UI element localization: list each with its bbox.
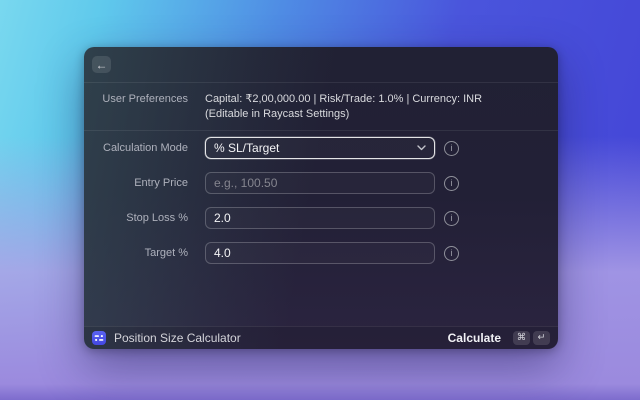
calculation-mode-info-icon[interactable]: i xyxy=(444,141,459,156)
user-preferences-summary: Capital: ₹2,00,000.00 | Risk/Trade: 1.0%… xyxy=(205,92,482,122)
return-key-icon: ↵ xyxy=(533,331,550,345)
form-content: User Preferences Capital: ₹2,00,000.00 |… xyxy=(84,83,558,326)
action-bar: Position Size Calculator Calculate ⌘ ↵ xyxy=(84,326,558,349)
user-preferences-row: User Preferences Capital: ₹2,00,000.00 |… xyxy=(84,83,558,130)
back-button[interactable]: ← xyxy=(92,56,111,73)
entry-price-row: Entry Price i xyxy=(84,172,558,194)
chevron-down-icon xyxy=(417,145,426,151)
entry-price-label: Entry Price xyxy=(84,176,188,191)
stop-loss-row: Stop Loss % i xyxy=(84,207,558,229)
calculation-mode-label: Calculation Mode xyxy=(84,141,188,156)
calculation-mode-dropdown[interactable]: % SL/Target xyxy=(205,137,435,159)
position-size-calculator-icon xyxy=(92,331,106,345)
entry-price-info-icon[interactable]: i xyxy=(444,176,459,191)
target-info-icon[interactable]: i xyxy=(444,246,459,261)
stop-loss-input[interactable] xyxy=(205,207,435,229)
calculation-mode-value: % SL/Target xyxy=(214,141,411,155)
calculate-button[interactable]: Calculate xyxy=(448,331,501,345)
preferences-summary-line2: (Editable in Raycast Settings) xyxy=(205,107,482,122)
calculation-mode-row: Calculation Mode % SL/Target i xyxy=(84,137,558,159)
preferences-summary-line1: Capital: ₹2,00,000.00 | Risk/Trade: 1.0%… xyxy=(205,92,482,107)
raycast-window: ← User Preferences Capital: ₹2,00,000.00… xyxy=(84,47,558,349)
target-row: Target % i xyxy=(84,242,558,264)
back-arrow-icon: ← xyxy=(96,59,108,71)
window-header: ← xyxy=(84,47,558,83)
section-divider xyxy=(84,130,558,131)
target-label: Target % xyxy=(84,246,188,261)
extension-title: Position Size Calculator xyxy=(114,331,241,345)
entry-price-input[interactable] xyxy=(205,172,435,194)
user-preferences-label: User Preferences xyxy=(84,92,188,122)
command-key-icon: ⌘ xyxy=(513,331,530,345)
stop-loss-info-icon[interactable]: i xyxy=(444,211,459,226)
target-input[interactable] xyxy=(205,242,435,264)
stop-loss-label: Stop Loss % xyxy=(84,211,188,226)
